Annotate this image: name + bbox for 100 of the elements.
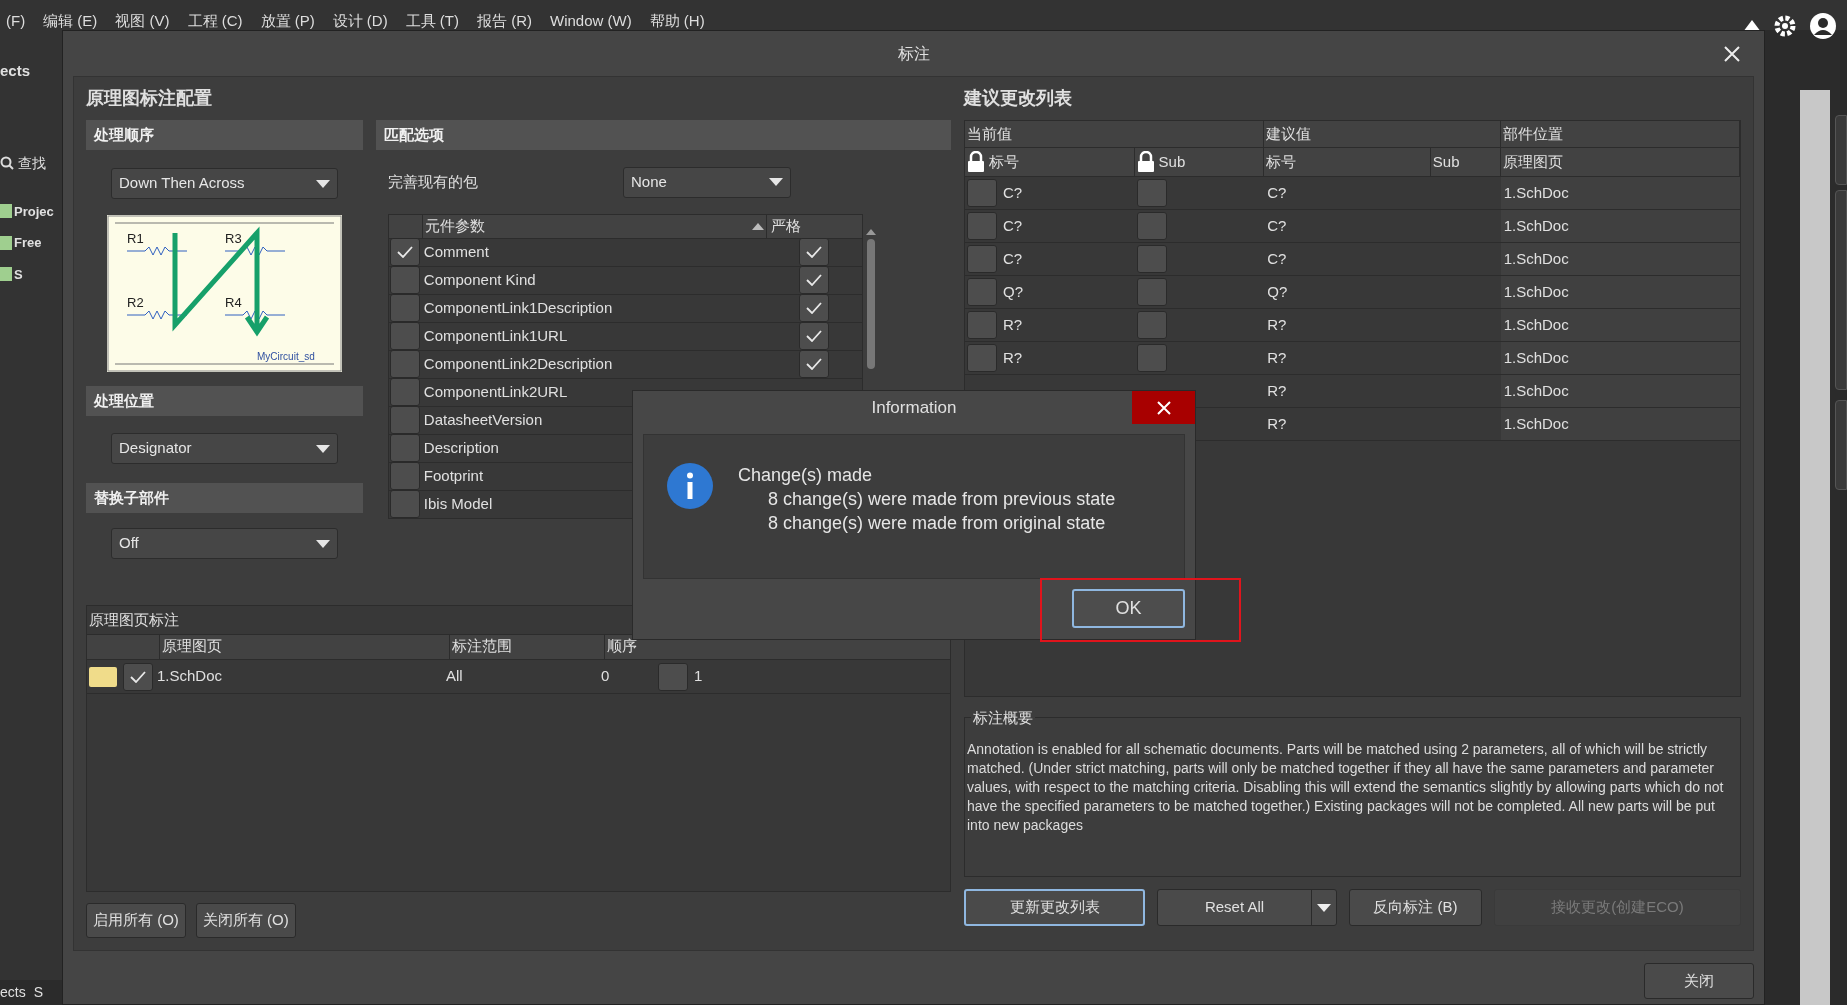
- ok-button[interactable]: OK: [1072, 589, 1185, 628]
- message-line: 8 change(s) were made from previous state: [767, 488, 1116, 511]
- menu-item[interactable]: 帮助 (H): [649, 12, 705, 30]
- checkbox[interactable]: [799, 294, 830, 322]
- table-cell-text: C?: [1266, 248, 1288, 269]
- action-button[interactable]: 更新更改列表: [964, 889, 1145, 926]
- column-header[interactable]: 标注范围: [449, 635, 604, 659]
- table-cell: 1.SchDoc: [1500, 375, 1740, 407]
- column-header[interactable]: 标号: [1266, 150, 1297, 174]
- message-heading: Change(s) made: [738, 464, 874, 487]
- column-header[interactable]: 原理图页: [1502, 150, 1563, 174]
- checkbox[interactable]: [390, 378, 421, 406]
- checkbox[interactable]: [799, 266, 830, 294]
- tree-item[interactable]: Projec: [14, 201, 54, 221]
- column-header[interactable]: Sub: [1432, 150, 1460, 174]
- menu-item[interactable]: 工具 (T): [405, 12, 459, 30]
- lock-checkbox[interactable]: [967, 212, 997, 240]
- action-button[interactable]: 启用所有 (O): [86, 903, 186, 938]
- action-button[interactable]: 关闭所有 (O): [195, 903, 296, 938]
- parameter-name: Comment: [423, 243, 489, 260]
- caret-icon: [316, 539, 330, 548]
- lock-checkbox[interactable]: [967, 245, 997, 273]
- checkbox[interactable]: [390, 350, 421, 378]
- menu-item[interactable]: 放置 (P): [260, 12, 315, 30]
- lock-checkbox[interactable]: [1136, 212, 1167, 240]
- close-icon[interactable]: [1724, 45, 1740, 62]
- parameter-name: Description: [423, 439, 499, 456]
- side-tab[interactable]: [1835, 115, 1847, 185]
- checkbox[interactable]: [799, 238, 830, 266]
- column-header[interactable]: 标号: [989, 150, 1019, 174]
- checkbox[interactable]: [123, 662, 153, 691]
- check-icon: [806, 358, 823, 370]
- lock-checkbox[interactable]: [967, 311, 997, 339]
- table-cell: 1.SchDoc: [1500, 177, 1740, 209]
- menu-item[interactable]: (F): [6, 12, 26, 30]
- settings-icon[interactable]: [1773, 14, 1797, 38]
- checkbox[interactable]: [390, 434, 421, 462]
- checkbox[interactable]: [390, 322, 421, 350]
- dropdown[interactable]: Designator: [111, 433, 338, 464]
- check-icon: [806, 302, 823, 314]
- tree-item[interactable]: S: [14, 264, 23, 284]
- lock-checkbox[interactable]: [967, 179, 997, 207]
- reset-button[interactable]: Reset All: [1157, 889, 1337, 926]
- scroll-up-icon[interactable]: [866, 229, 876, 235]
- lock-checkbox[interactable]: [967, 344, 997, 372]
- menu-item[interactable]: 设计 (D): [332, 12, 388, 30]
- checkbox[interactable]: [390, 266, 421, 294]
- panel-tab[interactable]: ects: [0, 982, 26, 1003]
- parameter-name: Footprint: [423, 467, 484, 484]
- column-header[interactable]: 元件参数: [421, 215, 767, 238]
- lock-checkbox[interactable]: [1136, 179, 1167, 207]
- message-line: 8 change(s) were made from original state: [767, 512, 1107, 535]
- checkbox[interactable]: [799, 350, 830, 378]
- menu-item[interactable]: Window (W): [550, 12, 632, 30]
- close-button[interactable]: [1132, 391, 1195, 424]
- search-field[interactable]: 查找: [18, 152, 46, 174]
- column-header[interactable]: 原理图页: [159, 635, 449, 659]
- lock-checkbox[interactable]: [1136, 245, 1167, 273]
- checkbox[interactable]: [799, 322, 830, 350]
- check-icon: [806, 246, 823, 258]
- section-header: 处理位置: [86, 386, 363, 416]
- scrollbar-thumb[interactable]: [867, 239, 875, 369]
- column-header[interactable]: Sub: [1158, 150, 1186, 174]
- section-header: 匹配选项: [376, 120, 951, 150]
- side-tab[interactable]: [1835, 400, 1847, 490]
- checkbox[interactable]: [390, 238, 421, 266]
- caret-icon[interactable]: [1317, 903, 1331, 912]
- resistor-label: R3: [225, 231, 242, 246]
- side-tab[interactable]: [1835, 190, 1847, 390]
- lock-checkbox[interactable]: [1136, 311, 1167, 339]
- lock-checkbox[interactable]: [1136, 344, 1167, 372]
- column-header[interactable]: 严格: [766, 215, 862, 238]
- checkbox[interactable]: [658, 662, 688, 691]
- close-button[interactable]: 关闭: [1644, 963, 1754, 999]
- table-cell-text: R?: [1266, 314, 1288, 335]
- checkbox[interactable]: [390, 406, 421, 434]
- checkbox[interactable]: [390, 294, 421, 322]
- folder-icon: [0, 235, 12, 250]
- dropdown[interactable]: Off: [111, 528, 338, 559]
- table-cell-text: Q?: [1003, 281, 1023, 302]
- panel-tab[interactable]: S: [33, 982, 44, 1003]
- dropdown[interactable]: Down Then Across: [111, 168, 338, 199]
- tree-item[interactable]: Free: [14, 233, 42, 253]
- user-icon[interactable]: [1809, 12, 1837, 40]
- check-icon: [806, 330, 823, 342]
- table-cell-text: R?: [1266, 347, 1288, 368]
- checkbox[interactable]: [390, 490, 421, 518]
- lock-checkbox[interactable]: [1136, 278, 1167, 306]
- table-cell: 1.SchDoc: [1500, 210, 1740, 242]
- menu-item[interactable]: 工程 (C): [187, 12, 243, 30]
- lock-checkbox[interactable]: [967, 278, 997, 306]
- checkbox[interactable]: [390, 462, 421, 490]
- menu-item[interactable]: 报告 (R): [477, 12, 532, 30]
- panel-title: ects: [0, 61, 32, 81]
- dropdown[interactable]: None: [623, 166, 791, 198]
- action-button[interactable]: 反向标注 (B): [1349, 889, 1482, 926]
- menu-item[interactable]: 视图 (V): [115, 12, 170, 30]
- table-cell-text: All: [445, 666, 464, 687]
- check-icon: [397, 246, 414, 258]
- menu-item[interactable]: 编辑 (E): [43, 12, 98, 30]
